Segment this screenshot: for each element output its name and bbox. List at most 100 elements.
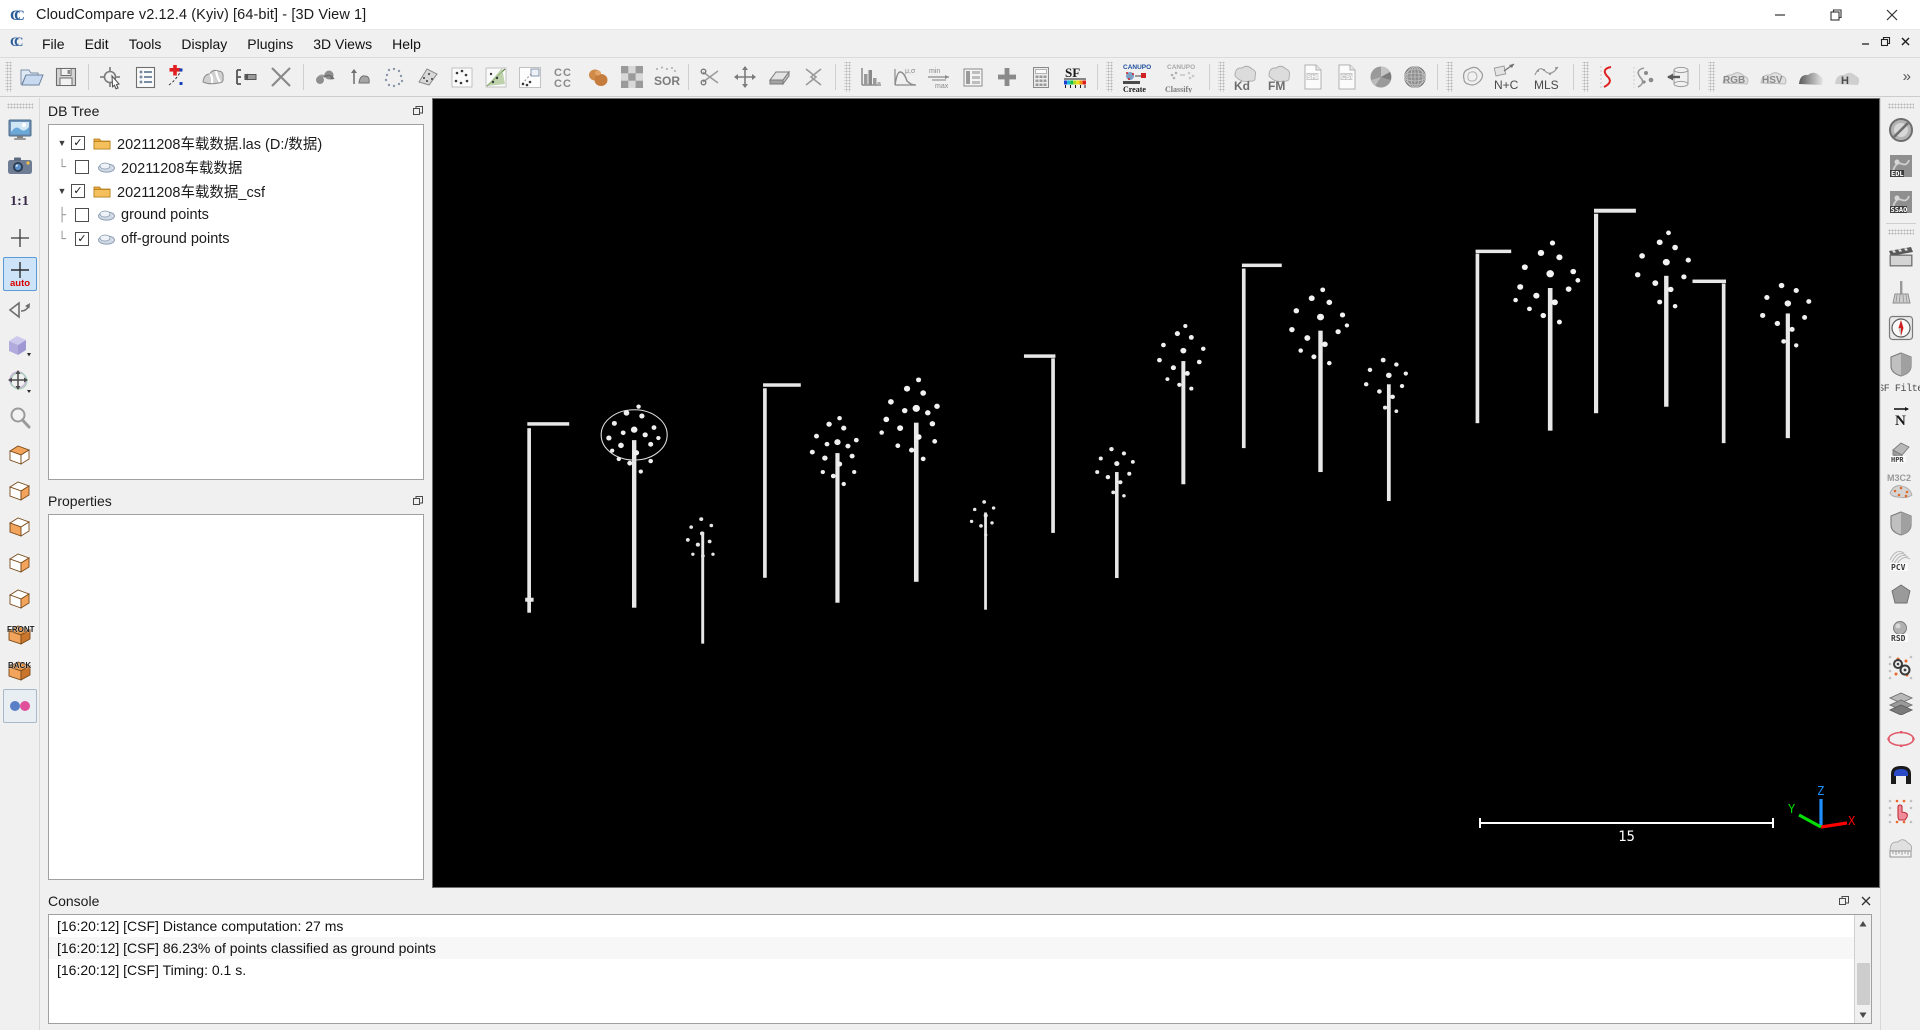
scrollbar-track[interactable] [1855,932,1872,962]
broom-cleaner-icon[interactable] [1884,275,1918,309]
manual-pick-icon[interactable] [1884,794,1918,828]
snapshot-camera-icon[interactable] [3,149,37,183]
registration-icon[interactable] [446,61,478,93]
tree-item-las-file[interactable]: ▼ ✓ 20211208车载数据.las (D:/数据) [53,131,419,155]
translate-axis-icon[interactable] [729,61,761,93]
poisson-recon-icon[interactable] [1365,61,1397,93]
menu-file[interactable]: File [32,32,75,56]
facets-plugin-icon[interactable] [1884,347,1918,381]
view-bottom-icon[interactable] [3,473,37,507]
sra-plugin-icon[interactable] [1884,650,1918,684]
mdi-restore-button[interactable] [1876,32,1894,50]
cross-section-icon[interactable] [763,61,795,93]
minimize-button[interactable] [1752,0,1808,30]
ransac-shapes-icon[interactable] [1627,61,1659,93]
tree-checkbox[interactable]: ✓ [71,136,85,150]
properties-list-icon[interactable] [129,61,161,93]
ssao-shader-icon[interactable]: SSAO [1884,185,1918,219]
toolbar-grip[interactable] [1582,62,1589,92]
cloud-cloud-dist-icon[interactable]: C C C C [548,61,580,93]
full-screen-view-icon[interactable] [3,113,37,147]
sf-arithmetic-icon[interactable] [1025,61,1057,93]
animation-plugin-icon[interactable] [1884,239,1918,273]
menu-plugins[interactable]: Plugins [237,32,303,56]
normal-vector-icon[interactable]: N [1884,398,1918,432]
tree-item-ground-points[interactable]: ├ ground points [53,203,419,227]
view-back-label-icon[interactable]: BACK [3,653,37,687]
ellipse-fit-icon[interactable] [1884,722,1918,756]
canupo-classify-icon[interactable]: CANUPO Classify [1161,61,1203,93]
mdi-minimize-button[interactable] [1856,32,1874,50]
zoom-one-to-one-icon[interactable]: 1:1 [3,185,37,219]
tree-item-off-ground-points[interactable]: └ ✓ off-ground points [53,227,419,251]
toolbar-grip[interactable] [1218,62,1225,92]
sor-filter-icon[interactable]: SOR [650,61,682,93]
compass-plugin-icon[interactable] [1884,311,1918,345]
properties-float-button[interactable] [410,493,426,509]
console-float-button[interactable] [1836,893,1852,909]
spline-fit-icon[interactable] [1593,61,1625,93]
tree-checkbox[interactable]: ✓ [75,232,89,246]
db-tree-body[interactable]: ▼ ✓ 20211208车载数据.las (D:/数据) └ 20211208车… [48,124,424,480]
tree-expander-icon[interactable]: ▼ [53,186,71,196]
tree-checkbox[interactable]: ✓ [71,184,85,198]
toolbar-grip[interactable] [5,62,12,92]
fastmarching-icon[interactable]: FM [1263,61,1295,93]
tree-expander-icon[interactable]: ▼ [53,138,71,148]
scroll-up-arrow-icon[interactable] [1854,915,1871,932]
toolbar-grip[interactable] [844,62,851,92]
maximize-restore-button[interactable] [1808,0,1864,30]
rsd-plugin-icon[interactable]: RSD [1884,614,1918,648]
toolbar-grip[interactable] [1708,62,1715,92]
tunnel-section-icon[interactable] [1884,758,1918,792]
edl-shader-icon[interactable]: EDL [1884,149,1918,183]
kdtree-icon[interactable]: Kd [1229,61,1261,93]
gradient-color-icon[interactable] [1795,61,1829,93]
minmax-icon[interactable]: min max [923,61,955,93]
cloud-measure-icon[interactable] [1884,830,1918,864]
pivot-mode-dropdown-icon[interactable] [3,365,37,399]
scrollbar-thumb[interactable] [1856,963,1870,1005]
view-front-cube-icon[interactable] [3,581,37,615]
left-toolbar-grip[interactable] [6,103,33,109]
match-bbox-icon[interactable] [514,61,546,93]
hsv-convert-icon[interactable]: HSV [1757,61,1793,93]
shp-export-icon[interactable]: SHP [1297,61,1329,93]
tree-checkbox[interactable] [75,160,89,174]
toolbar-grip[interactable] [1106,62,1113,92]
fit-plane-icon[interactable] [412,61,444,93]
layers-plugin-icon[interactable] [1884,686,1918,720]
m3c2-plugin-icon[interactable]: M3C2 [1884,470,1918,504]
view-left-icon[interactable] [3,509,37,543]
right-toolbar-grip[interactable] [1887,229,1914,235]
tree-item-csf-group[interactable]: ▼ ✓ 20211208车载数据_csf [53,179,419,203]
translate-rotate-icon[interactable] [231,61,263,93]
close-button[interactable] [1864,0,1920,30]
merge-clouds-icon[interactable] [344,61,376,93]
mls-smoothing-icon[interactable]: MLS [1531,61,1567,93]
contour-plugin-icon[interactable] [1457,61,1489,93]
right-toolbar-grip[interactable] [1887,103,1914,109]
subsample-icon[interactable] [378,61,410,93]
stereo-mode-icon[interactable] [2,689,37,723]
rgb-convert-icon[interactable]: RGB [1719,61,1755,93]
csv-export-icon[interactable]: CSV [1331,61,1363,93]
view-front-label-icon[interactable]: FRONT [3,617,37,651]
open-file-icon[interactable] [16,61,48,93]
console-body[interactable]: [16:20:12] [CSF] Distance computation: 2… [48,914,1872,1024]
3d-view[interactable]: 15 Z X Y [432,98,1880,888]
no-shader-icon[interactable] [1884,113,1918,147]
canupo-create-icon[interactable]: CANUPO Create [1117,61,1159,93]
clone-cloud-icon[interactable] [310,61,342,93]
console-close-button[interactable] [1858,893,1874,909]
align-icon[interactable] [480,61,512,93]
pcv-plugin-icon[interactable]: PCV [1884,542,1918,576]
db-tree-float-button[interactable] [410,103,426,119]
scissors-cut-icon[interactable] [695,61,727,93]
set-pivot-icon[interactable] [3,221,37,255]
gaussian-stats-icon[interactable]: μ,σ [889,61,921,93]
noise-filter-icon[interactable] [616,61,648,93]
poisson-plugin-icon[interactable] [1884,578,1918,612]
view-top-icon[interactable] [3,437,37,471]
qhull-sphere-icon[interactable] [1399,61,1431,93]
